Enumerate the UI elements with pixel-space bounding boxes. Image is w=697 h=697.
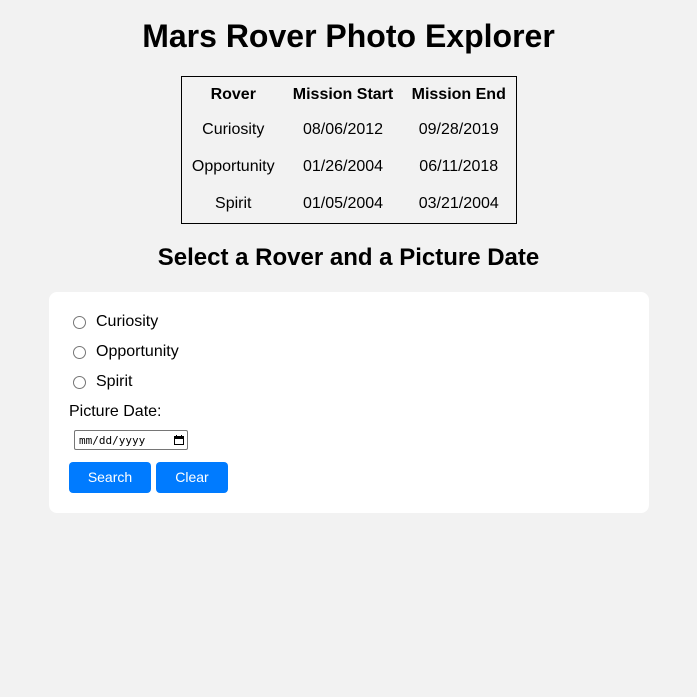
- date-input-value[interactable]: mm/dd/yyyy: [79, 434, 174, 447]
- table-header-row: Rover Mission Start Mission End: [184, 79, 514, 111]
- page: Mars Rover Photo Explorer Rover Mission …: [0, 0, 697, 697]
- table-row: Curiosity 08/06/2012 09/28/2019: [184, 113, 514, 148]
- cell-mission-start: 08/06/2012: [302, 121, 384, 139]
- table-row: Spirit 01/05/2004 03/21/2004: [184, 186, 514, 221]
- rover-option-spirit[interactable]: Spirit: [73, 372, 132, 392]
- cell-mission-start: 01/05/2004: [302, 194, 384, 212]
- section-heading: Select a Rover and a Picture Date: [157, 244, 540, 271]
- radio-curiosity[interactable]: [73, 315, 86, 329]
- cell-rover: Curiosity: [202, 121, 265, 139]
- cell-mission-end: 06/11/2018: [419, 157, 499, 175]
- column-header-rover: Rover: [210, 86, 256, 103]
- picture-date-input[interactable]: mm/dd/yyyy: [74, 430, 188, 450]
- radio-label-spirit[interactable]: Spirit: [96, 372, 132, 392]
- table-row: Opportunity 01/26/2004 06/11/2018: [184, 150, 514, 185]
- cell-mission-start: 01/26/2004: [302, 157, 384, 175]
- clear-button[interactable]: Clear: [156, 462, 228, 493]
- radio-label-opportunity[interactable]: Opportunity: [96, 342, 179, 362]
- radio-opportunity[interactable]: [73, 345, 86, 359]
- search-button[interactable]: Search: [69, 462, 151, 493]
- rover-option-opportunity[interactable]: Opportunity: [73, 342, 179, 362]
- rover-option-curiosity[interactable]: Curiosity: [73, 312, 158, 332]
- radio-spirit[interactable]: [73, 375, 86, 389]
- column-header-mission-end: Mission End: [411, 86, 506, 103]
- cell-mission-end: 03/21/2004: [418, 194, 499, 212]
- picture-date-label: Picture Date:: [69, 403, 162, 420]
- cell-rover: Spirit: [215, 194, 252, 212]
- cell-mission-end: 09/28/2019: [418, 121, 499, 139]
- search-form-panel: Curiosity Opportunity Spirit Picture Dat…: [49, 292, 649, 513]
- calendar-icon[interactable]: [174, 435, 184, 445]
- cell-rover: Opportunity: [191, 157, 275, 175]
- column-header-mission-start: Mission Start: [292, 86, 394, 103]
- page-title: Mars Rover Photo Explorer: [142, 18, 555, 54]
- missions-table: Rover Mission Start Mission End Curiosit…: [181, 76, 517, 224]
- radio-label-curiosity[interactable]: Curiosity: [96, 312, 158, 332]
